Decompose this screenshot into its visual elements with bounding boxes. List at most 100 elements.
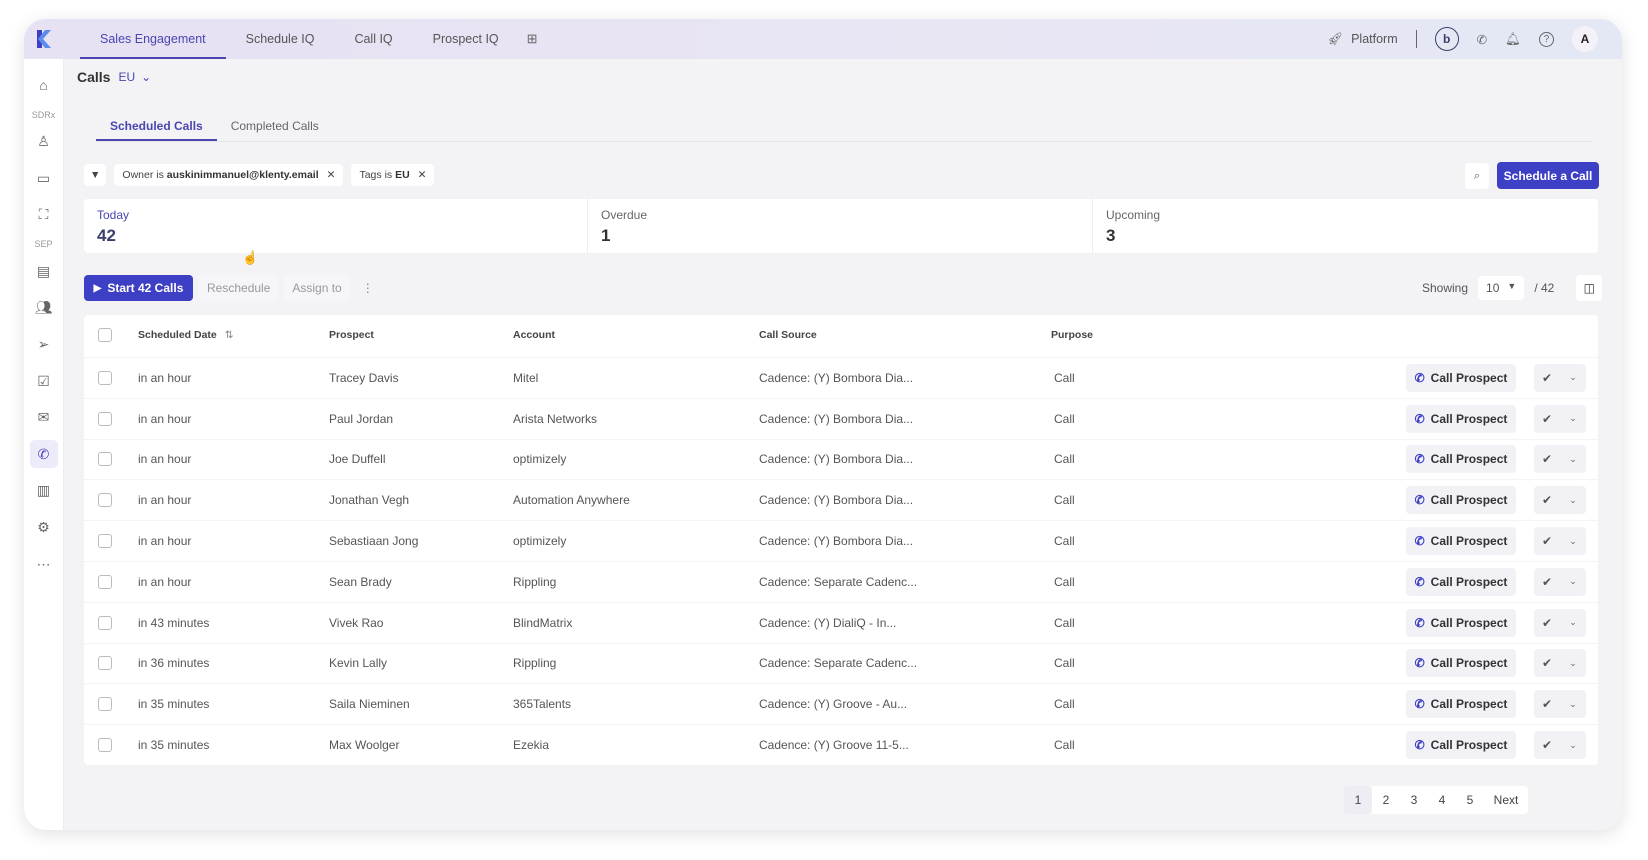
column-purpose[interactable]: Purpose	[1051, 329, 1093, 341]
calls-phone-icon[interactable]: ✆	[29, 440, 58, 469]
mail-icon[interactable]: ✉	[30, 404, 58, 432]
call-prospect-button[interactable]: ✆ Call Prospect	[1406, 486, 1516, 515]
tab-scheduled-calls[interactable]: Scheduled Calls	[96, 112, 217, 141]
folder-icon[interactable]: ▭	[30, 164, 58, 192]
row-checkbox[interactable]	[98, 615, 112, 630]
inbox-icon[interactable]: ▤	[30, 257, 58, 285]
select-all-checkbox[interactable]	[98, 328, 112, 342]
search-icon[interactable]: ⌕	[1465, 163, 1489, 189]
column-prospect[interactable]: Prospect	[329, 329, 374, 341]
chevron-down-icon[interactable]: ⌄	[1560, 576, 1586, 587]
filter-chip-owner[interactable]: Owner is auskinimmanuel@klenty.email ✕	[114, 164, 344, 186]
check-icon[interactable]: ✔	[1534, 493, 1560, 507]
chevron-down-icon[interactable]: ⌄	[1560, 495, 1586, 506]
chevron-down-icon[interactable]: ⌄	[1560, 658, 1586, 669]
stat-overdue[interactable]: Overdue 1	[588, 199, 1093, 253]
call-prospect-button[interactable]: ✆ Call Prospect	[1406, 363, 1516, 392]
close-icon[interactable]: ✕	[327, 169, 336, 181]
region-dropdown[interactable]: EU ⌄	[118, 70, 151, 84]
prospect-name[interactable]: Tracey Davis	[329, 371, 399, 385]
check-icon[interactable]: ✔	[1534, 738, 1560, 752]
prospect-name[interactable]: Sebastiaan Jong	[329, 534, 418, 548]
column-call-source[interactable]: Call Source	[759, 329, 817, 341]
tab-prospect-iq[interactable]: Prospect IQ	[413, 19, 519, 59]
prospect-name[interactable]: Saila Nieminen	[329, 697, 410, 711]
stat-upcoming[interactable]: Upcoming 3	[1093, 199, 1598, 253]
check-icon[interactable]: ✔	[1534, 534, 1560, 548]
avatar[interactable]: A	[1572, 26, 1598, 52]
call-prospect-button[interactable]: ✆ Call Prospect	[1406, 690, 1516, 719]
prospect-name[interactable]: Sean Brady	[329, 575, 392, 589]
more-vertical-icon[interactable]: ⋮	[356, 281, 380, 295]
platform-link[interactable]: Platform	[1351, 32, 1398, 46]
more-icon[interactable]: ⋯	[30, 550, 58, 578]
tab-sales-engagement[interactable]: Sales Engagement	[80, 19, 226, 59]
call-prospect-button[interactable]: ✆ Call Prospect	[1406, 649, 1516, 678]
chevron-down-icon[interactable]: ⌄	[1560, 699, 1586, 710]
account-name[interactable]: Arista Networks	[513, 412, 597, 426]
call-source[interactable]: Cadence: Separate Cadenc...	[759, 575, 917, 589]
row-checkbox[interactable]	[98, 574, 112, 589]
account-name[interactable]: Rippling	[513, 575, 556, 589]
account-name[interactable]: 365Talents	[513, 697, 571, 711]
call-prospect-button[interactable]: ✆ Call Prospect	[1406, 608, 1516, 637]
prospect-name[interactable]: Max Woolger	[329, 738, 399, 752]
prospect-name[interactable]: Vivek Rao	[329, 616, 383, 630]
account-name[interactable]: optimizely	[513, 534, 566, 548]
check-icon[interactable]: ✔	[1534, 412, 1560, 426]
columns-icon[interactable]: ◫	[1576, 275, 1603, 301]
people-icon[interactable]: 👥︎	[30, 294, 58, 322]
check-icon[interactable]: ✔	[1534, 656, 1560, 670]
chevron-down-icon[interactable]: ⌄	[1560, 536, 1586, 547]
check-icon[interactable]: ✔	[1534, 575, 1560, 589]
reschedule-button[interactable]: Reschedule	[199, 275, 279, 301]
start-calls-button[interactable]: ▶ Start 42 Calls	[84, 275, 193, 301]
call-source[interactable]: Cadence: (Y) Bombora Dia...	[759, 452, 913, 466]
chevron-down-icon[interactable]: ⌄	[1560, 372, 1586, 383]
call-prospect-button[interactable]: ✆ Call Prospect	[1406, 567, 1516, 596]
assign-to-button[interactable]: Assign to	[284, 275, 350, 301]
call-prospect-button[interactable]: ✆ Call Prospect	[1406, 731, 1516, 760]
account-name[interactable]: Ezekia	[513, 738, 549, 752]
account-name[interactable]: Rippling	[513, 656, 556, 670]
filter-icon[interactable]: ▼	[84, 164, 107, 186]
call-source[interactable]: Cadence: (Y) Groove 11-5...	[759, 738, 909, 752]
page-1-button[interactable]: 1	[1344, 786, 1372, 814]
row-checkbox[interactable]	[98, 738, 112, 753]
account-name[interactable]: BlindMatrix	[513, 616, 572, 630]
call-prospect-button[interactable]: ✆ Call Prospect	[1406, 445, 1516, 474]
next-page-button[interactable]: Next	[1484, 786, 1528, 814]
check-icon[interactable]: ✔	[1534, 616, 1560, 630]
help-icon[interactable]: ?	[1539, 31, 1554, 47]
call-prospect-button[interactable]: ✆ Call Prospect	[1406, 404, 1516, 433]
call-source[interactable]: Cadence: (Y) Bombora Dia...	[759, 371, 913, 385]
sort-icon[interactable]: ⇅	[225, 329, 234, 341]
settings-icon[interactable]: ⚙	[30, 514, 58, 542]
row-checkbox[interactable]	[98, 411, 112, 426]
row-checkbox[interactable]	[98, 493, 112, 508]
close-icon[interactable]: ✕	[418, 169, 427, 181]
page-2-button[interactable]: 2	[1372, 786, 1400, 814]
chevron-down-icon[interactable]: ⌄	[1560, 454, 1586, 465]
clipboard-icon[interactable]: ☑	[30, 367, 58, 395]
prospect-name[interactable]: Paul Jordan	[329, 412, 393, 426]
call-source[interactable]: Cadence: (Y) Bombora Dia...	[759, 493, 913, 507]
prospect-name[interactable]: Jonathan Vegh	[329, 493, 409, 507]
filter-chip-tags[interactable]: Tags is EU ✕	[351, 164, 435, 186]
prospect-name[interactable]: Joe Duffell	[329, 452, 385, 466]
call-source[interactable]: Cadence: (Y) Bombora Dia...	[759, 534, 913, 548]
tab-call-iq[interactable]: Call IQ	[334, 19, 412, 59]
chevron-down-icon[interactable]: ⌄	[1560, 413, 1586, 424]
schedule-call-button[interactable]: Schedule a Call	[1497, 162, 1599, 189]
page-3-button[interactable]: 3	[1400, 786, 1428, 814]
home-icon[interactable]: ⌂	[30, 71, 58, 99]
account-name[interactable]: Mitel	[513, 371, 538, 385]
person-scan-icon[interactable]: ⛶	[30, 201, 58, 229]
account-name[interactable]: Automation Anywhere	[513, 493, 630, 507]
call-source[interactable]: Cadence: (Y) Groove - Au...	[759, 697, 907, 711]
per-page-select[interactable]: 10 ▼	[1478, 276, 1525, 300]
bell-icon[interactable]: 🔔︎	[1505, 32, 1521, 47]
row-checkbox[interactable]	[98, 697, 112, 712]
bar-chart-icon[interactable]: ▥	[30, 477, 58, 505]
call-source[interactable]: Cadence: Separate Cadenc...	[759, 656, 917, 670]
